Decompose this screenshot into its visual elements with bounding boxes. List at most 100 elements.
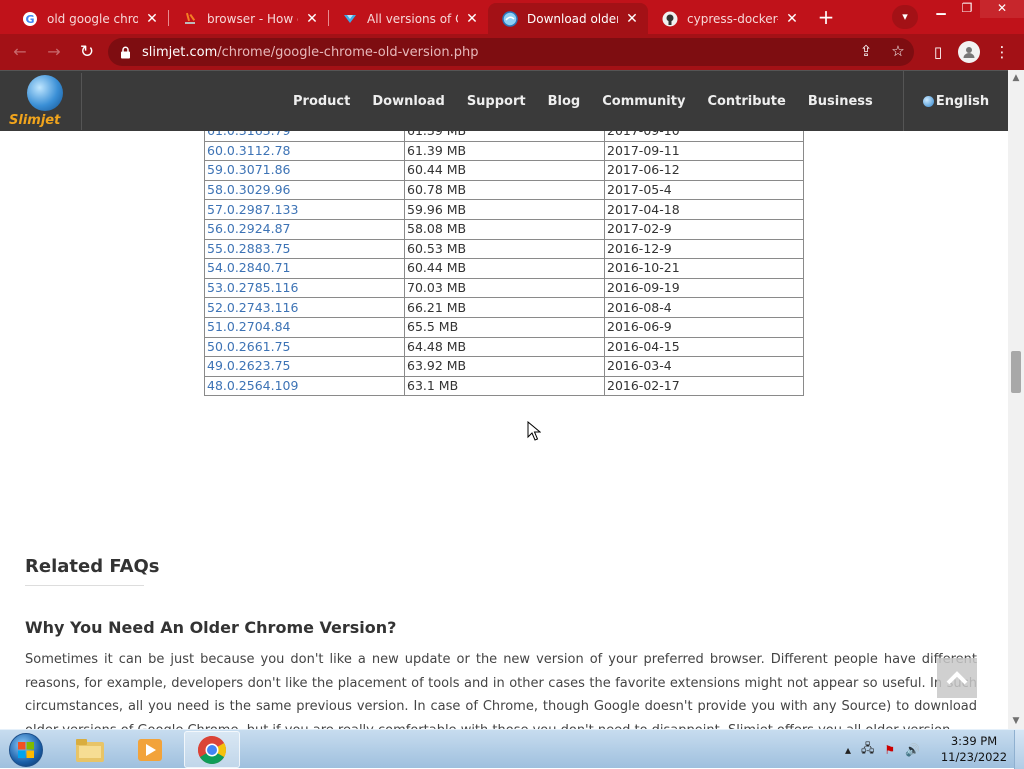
version-link[interactable]: 48.0.2564.109 [204, 375, 405, 397]
version-row: 49.0.2623.75 63.92 MB 2016-03-4 [204, 356, 804, 377]
version-size: 60.78 MB [404, 179, 605, 201]
version-row: 58.0.3029.96 60.78 MB 2017-05-4 [204, 179, 804, 201]
address-url: slimjet.com/chrome/google-chrome-old-ver… [142, 45, 478, 60]
version-link[interactable]: 61.0.3163.79 [204, 131, 405, 142]
vertical-scrollbar[interactable]: ▲ ▼ [1008, 70, 1024, 729]
mouse-cursor-icon [527, 421, 541, 441]
forward-button[interactable]: → [42, 40, 66, 64]
taskbar-explorer[interactable] [62, 731, 118, 768]
browser-tab[interactable]: G old google chrom ✕ [8, 3, 168, 34]
browser-tab[interactable]: browser - How ca ✕ [168, 3, 328, 34]
show-desktop-button[interactable] [1014, 730, 1024, 769]
slimjet-logo[interactable]: Slimjet [4, 73, 82, 130]
url-host: slimjet.com [142, 44, 218, 60]
system-clock[interactable]: 3:39 PM 11/23/2022 [936, 733, 1012, 765]
nav-product[interactable]: Product [293, 94, 350, 109]
version-size: 64.48 MB [404, 336, 605, 358]
chrome-icon [198, 735, 226, 764]
window-close-button[interactable]: ✕ [980, 0, 1024, 18]
side-panel-icon[interactable]: ▯ [926, 40, 950, 64]
nav-support[interactable]: Support [467, 94, 526, 109]
version-link[interactable]: 58.0.3029.96 [204, 179, 405, 201]
version-link[interactable]: 59.0.3071.86 [204, 160, 405, 181]
scroll-up-arrow-icon[interactable]: ▲ [1008, 70, 1024, 86]
version-size: 61.39 MB [404, 131, 605, 142]
address-bar[interactable]: slimjet.com/chrome/google-chrome-old-ver… [108, 38, 914, 66]
faq-answer: Sometimes it can be just because you don… [25, 652, 977, 729]
version-size: 63.1 MB [404, 375, 605, 397]
show-hidden-icons-icon[interactable]: ▴ [845, 743, 851, 757]
version-link[interactable]: 53.0.2785.116 [204, 277, 405, 299]
volume-icon[interactable]: 🔊 [905, 743, 920, 757]
bookmark-star-icon[interactable]: ☆ [887, 40, 909, 62]
nav-community[interactable]: Community [602, 94, 685, 109]
version-row: 54.0.2840.71 60.44 MB 2016-10-21 [204, 258, 804, 279]
version-row: 61.0.3163.7961.39 MB2017-09-10 [204, 131, 804, 142]
nav-blog[interactable]: Blog [548, 94, 581, 109]
scroll-down-arrow-icon[interactable]: ▼ [1008, 713, 1024, 729]
browser-tab-strip: G old google chrom ✕ browser - How ca ✕ … [0, 0, 1024, 34]
system-tray: ▴ 🖧 ⚑ 🔊 [840, 730, 925, 769]
version-date: 2016-09-19 [604, 277, 804, 299]
tab-title: cypress-docker-im [687, 11, 778, 26]
lock-icon [120, 46, 132, 59]
profile-avatar-icon[interactable] [958, 41, 980, 63]
version-date: 2017-06-12 [604, 160, 804, 181]
version-row: 48.0.2564.109 63.1 MB 2016-02-17 [204, 375, 804, 397]
version-link[interactable]: 50.0.2661.75 [204, 336, 405, 358]
version-date: 2016-08-4 [604, 297, 804, 318]
browser-tab[interactable]: All versions of Go ✕ [328, 3, 488, 34]
share-icon[interactable]: ⇪ [855, 40, 877, 62]
browser-toolbar: ← → ↻ slimjet.com/chrome/google-chrome-o… [0, 34, 1024, 70]
reload-button[interactable]: ↻ [75, 40, 99, 64]
windows-taskbar: ▴ 🖧 ⚑ 🔊 3:39 PM 11/23/2022 [0, 729, 1024, 769]
version-date: 2017-09-10 [604, 131, 804, 142]
version-size: 60.44 MB [404, 258, 605, 279]
back-button[interactable]: ← [8, 40, 32, 64]
version-link[interactable]: 56.0.2924.87 [204, 218, 405, 240]
close-tab-icon[interactable]: ✕ [784, 11, 800, 27]
version-row: 53.0.2785.116 70.03 MB 2016-09-19 [204, 277, 804, 299]
version-date: 2017-04-18 [604, 199, 804, 220]
version-date: 2016-04-15 [604, 336, 804, 358]
new-tab-button[interactable]: + [814, 6, 838, 30]
close-tab-icon[interactable]: ✕ [624, 11, 640, 27]
language-label: English [935, 94, 990, 109]
nav-download[interactable]: Download [372, 94, 444, 109]
browser-tab-active[interactable]: Download older v ✕ [488, 3, 648, 34]
version-link[interactable]: 54.0.2840.71 [204, 258, 405, 279]
folder-icon [76, 738, 104, 762]
start-button[interactable] [6, 732, 46, 768]
version-link[interactable]: 51.0.2704.84 [204, 316, 405, 338]
windows-logo-icon [9, 733, 43, 767]
language-selector[interactable]: English [903, 71, 1008, 132]
scroll-to-top-button[interactable] [937, 658, 977, 698]
close-tab-icon[interactable]: ✕ [144, 11, 160, 27]
url-path: /chrome/google-chrome-old-version.php [217, 44, 479, 60]
taskbar-chrome[interactable] [184, 731, 240, 768]
taskbar-media-player[interactable] [122, 731, 178, 768]
browser-menu-icon[interactable]: ⋮ [990, 40, 1014, 64]
close-tab-icon[interactable]: ✕ [464, 11, 480, 27]
restore-button[interactable]: ❐ [954, 0, 980, 18]
browser-tab[interactable]: cypress-docker-im ✕ [648, 3, 808, 34]
minimize-button[interactable]: ▁ [928, 0, 954, 18]
tab-search-button[interactable]: ▾ [892, 5, 918, 29]
tab-title: All versions of Go [367, 11, 458, 26]
close-tab-icon[interactable]: ✕ [304, 11, 320, 27]
version-link[interactable]: 52.0.2743.116 [204, 297, 405, 318]
nav-business[interactable]: Business [808, 94, 873, 109]
action-center-icon[interactable]: ⚑ [884, 743, 895, 757]
version-link[interactable]: 57.0.2987.133 [204, 199, 405, 220]
stackoverflow-icon [182, 11, 198, 27]
version-size: 58.08 MB [404, 218, 605, 240]
tab-title: old google chrom [47, 11, 138, 26]
network-icon[interactable]: 🖧 [861, 739, 874, 760]
version-size: 59.96 MB [404, 199, 605, 220]
version-link[interactable]: 55.0.2883.75 [204, 238, 405, 260]
scrollbar-thumb[interactable] [1011, 351, 1021, 393]
version-size: 66.21 MB [404, 297, 605, 318]
nav-contribute[interactable]: Contribute [707, 94, 785, 109]
version-link[interactable]: 60.0.3112.78 [204, 140, 405, 162]
version-link[interactable]: 49.0.2623.75 [204, 356, 405, 377]
